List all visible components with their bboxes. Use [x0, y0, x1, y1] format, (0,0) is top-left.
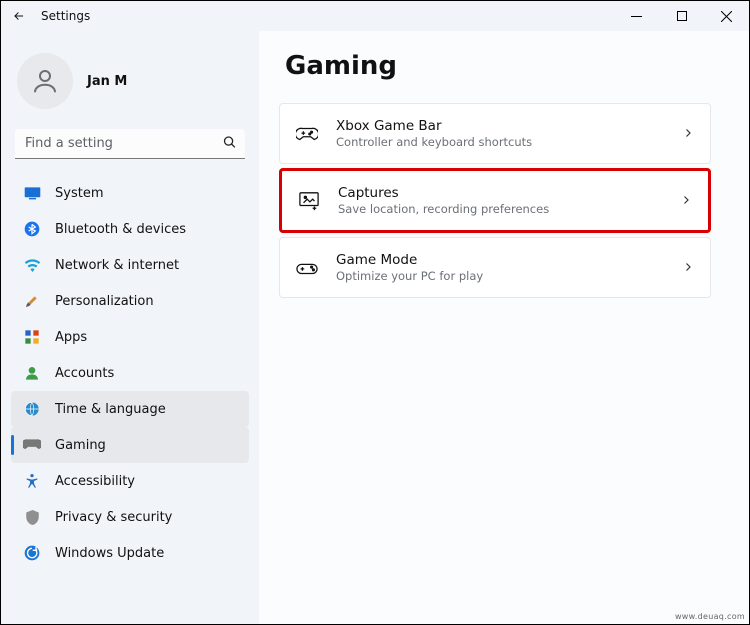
- nav-label: Privacy & security: [55, 510, 172, 525]
- update-icon: [23, 544, 41, 562]
- nav-item-network[interactable]: Network & internet: [11, 247, 249, 283]
- nav-item-time-language[interactable]: Time & language: [11, 391, 249, 427]
- card-game-mode[interactable]: Game Mode Optimize your PC for play: [279, 237, 711, 298]
- chevron-right-icon: [682, 258, 694, 277]
- bluetooth-icon: [23, 220, 41, 238]
- chevron-right-icon: [680, 191, 692, 210]
- user-profile[interactable]: Jan M: [11, 45, 249, 127]
- paintbrush-icon: [23, 292, 41, 310]
- search-input[interactable]: [15, 129, 245, 159]
- nav-item-bluetooth[interactable]: Bluetooth & devices: [11, 211, 249, 247]
- card-subtitle: Save location, recording preferences: [338, 202, 662, 216]
- nav-item-gaming[interactable]: Gaming: [11, 427, 249, 463]
- user-name: Jan M: [87, 74, 127, 89]
- window-title: Settings: [41, 9, 90, 23]
- game-mode-icon: [296, 257, 318, 279]
- globe-clock-icon: [23, 400, 41, 418]
- card-subtitle: Controller and keyboard shortcuts: [336, 135, 664, 149]
- chevron-right-icon: [682, 124, 694, 143]
- nav-label: Accounts: [55, 366, 114, 381]
- gamepad-icon: [23, 436, 41, 454]
- nav-label: System: [55, 186, 103, 201]
- captures-icon: [298, 190, 320, 212]
- nav-label: Time & language: [55, 402, 166, 417]
- nav-item-personalization[interactable]: Personalization: [11, 283, 249, 319]
- card-title: Xbox Game Bar: [336, 118, 664, 134]
- minimize-button[interactable]: [614, 1, 659, 31]
- nav-item-accounts[interactable]: Accounts: [11, 355, 249, 391]
- card-title: Game Mode: [336, 252, 664, 268]
- nav-item-system[interactable]: System: [11, 175, 249, 211]
- nav-label: Apps: [55, 330, 87, 345]
- search-icon: [222, 135, 237, 154]
- watermark: www.deuaq.com: [675, 612, 745, 621]
- close-button[interactable]: [704, 1, 749, 31]
- nav-label: Windows Update: [55, 546, 164, 561]
- page-title: Gaming: [279, 35, 711, 103]
- card-captures[interactable]: Captures Save location, recording prefer…: [279, 168, 711, 233]
- maximize-button[interactable]: [659, 1, 704, 31]
- person-icon: [23, 364, 41, 382]
- card-title: Captures: [338, 185, 662, 201]
- nav-label: Network & internet: [55, 258, 179, 273]
- system-icon: [23, 184, 41, 202]
- shield-icon: [23, 508, 41, 526]
- back-button[interactable]: [11, 8, 27, 24]
- sidebar: Jan M System: [1, 31, 259, 624]
- accessibility-icon: [23, 472, 41, 490]
- main-content: Gaming Xbox Game Bar Controller and keyb…: [259, 31, 749, 624]
- nav-label: Personalization: [55, 294, 154, 309]
- nav-item-accessibility[interactable]: Accessibility: [11, 463, 249, 499]
- apps-icon: [23, 328, 41, 346]
- nav-item-privacy[interactable]: Privacy & security: [11, 499, 249, 535]
- nav-label: Gaming: [55, 438, 106, 453]
- nav-label: Accessibility: [55, 474, 135, 489]
- avatar: [17, 53, 73, 109]
- nav-item-apps[interactable]: Apps: [11, 319, 249, 355]
- game-bar-icon: [296, 123, 318, 145]
- card-subtitle: Optimize your PC for play: [336, 269, 664, 283]
- nav: System Bluetooth & devices Network & int…: [11, 175, 249, 571]
- nav-item-windows-update[interactable]: Windows Update: [11, 535, 249, 571]
- titlebar: Settings: [1, 1, 749, 31]
- nav-label: Bluetooth & devices: [55, 222, 186, 237]
- card-xbox-game-bar[interactable]: Xbox Game Bar Controller and keyboard sh…: [279, 103, 711, 164]
- wifi-icon: [23, 256, 41, 274]
